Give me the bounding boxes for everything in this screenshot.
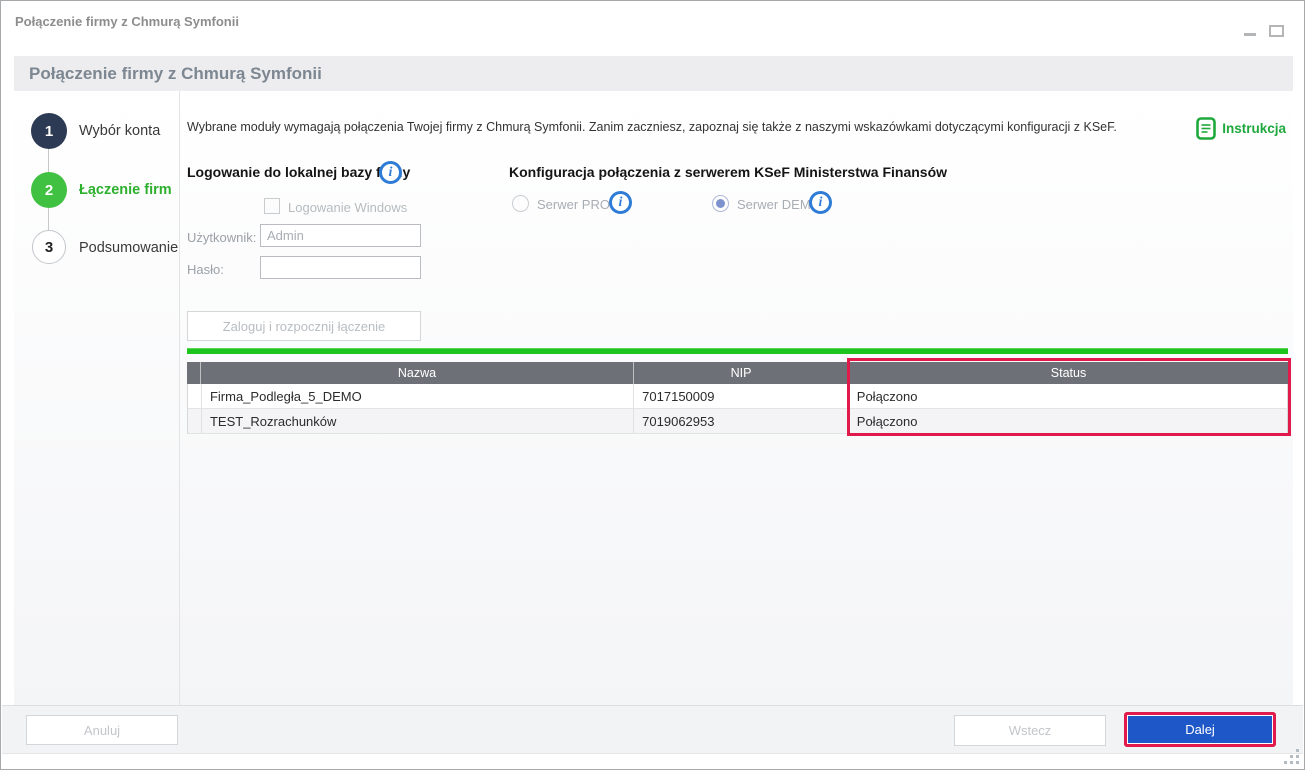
column-header-status: Status <box>849 362 1288 384</box>
column-header-nazwa: Nazwa <box>201 362 634 384</box>
page-title: Połączenie firmy z Chmurą Symfonii <box>14 64 322 84</box>
document-icon <box>1196 117 1216 140</box>
radio-selected-dot <box>716 199 725 208</box>
cell-nip: 7017150009 <box>634 384 849 408</box>
table-row[interactable]: Firma_Podległa_5_DEMO 7017150009 Połączo… <box>187 384 1288 409</box>
minimize-button[interactable] <box>1244 33 1256 36</box>
next-button[interactable]: Dalej <box>1128 716 1272 743</box>
step-2-indicator: 2 <box>31 172 67 208</box>
next-button-highlight: Dalej <box>1124 712 1276 747</box>
row-selector-cell[interactable] <box>188 409 202 433</box>
connection-progress-bar <box>187 348 1288 354</box>
step-3-indicator: 3 <box>32 230 66 264</box>
cell-nazwa: Firma_Podległa_5_DEMO <box>202 384 634 408</box>
column-header-nip: NIP <box>634 362 849 384</box>
companies-table: Nazwa NIP Status Firma_Podległa_5_DEMO 7… <box>187 362 1288 434</box>
local-login-title: Logowanie do lokalnej bazy firmy <box>187 164 410 180</box>
ksef-config-title: Konfiguracja połączenia z serwerem KSeF … <box>509 164 947 180</box>
instruction-link[interactable]: Instrukcja <box>1196 117 1286 140</box>
windows-login-checkbox[interactable] <box>264 198 280 214</box>
password-label: Hasło: <box>187 262 224 277</box>
table-header-row: Nazwa NIP Status <box>187 362 1288 384</box>
server-demo-radio[interactable] <box>712 195 729 212</box>
cell-nip: 7019062953 <box>634 409 849 433</box>
step-connector <box>48 208 49 231</box>
wizard-window: Połączenie firmy z Chmurą Symfonii Połąc… <box>0 0 1305 770</box>
cell-nazwa: TEST_Rozrachunków <box>202 409 634 433</box>
cell-status: Połączono <box>849 384 1287 408</box>
windows-login-label: Logowanie Windows <box>288 200 407 215</box>
maximize-button[interactable] <box>1269 25 1284 37</box>
step-connector <box>48 149 49 173</box>
step-2-label: Łączenie firm <box>79 182 172 198</box>
wizard-description: Wybrane moduły wymagają połączenia Twoje… <box>187 120 1117 134</box>
resize-grip[interactable] <box>1284 749 1300 765</box>
step-1-indicator: 1 <box>31 113 67 149</box>
row-selector-column-header <box>187 362 201 384</box>
footer-bar <box>2 705 1303 754</box>
instruction-link-label: Instrukcja <box>1222 121 1286 136</box>
step-3-label: Podsumowanie <box>79 240 178 256</box>
cancel-button[interactable]: Anuluj <box>26 715 178 745</box>
page-header: Połączenie firmy z Chmurą Symfonii <box>14 56 1293 91</box>
username-input[interactable] <box>260 224 421 247</box>
password-input[interactable] <box>260 256 421 279</box>
server-prod-radio[interactable] <box>512 195 529 212</box>
step-1-label: Wybór konta <box>79 123 160 139</box>
info-icon-local-login[interactable]: i <box>379 161 402 184</box>
username-label: Użytkownik: <box>187 230 256 245</box>
cell-status: Połączono <box>849 409 1287 433</box>
info-icon-server-prod[interactable]: i <box>609 191 632 214</box>
row-selector-cell[interactable] <box>188 384 202 408</box>
table-row[interactable]: TEST_Rozrachunków 7019062953 Połączono <box>187 409 1288 434</box>
window-title: Połączenie firmy z Chmurą Symfonii <box>15 14 239 29</box>
info-icon-server-demo[interactable]: i <box>809 191 832 214</box>
back-button[interactable]: Wstecz <box>954 715 1106 746</box>
login-and-connect-button[interactable]: Zaloguj i rozpocznij łączenie <box>187 311 421 341</box>
server-prod-label: Serwer PROD <box>537 197 619 212</box>
